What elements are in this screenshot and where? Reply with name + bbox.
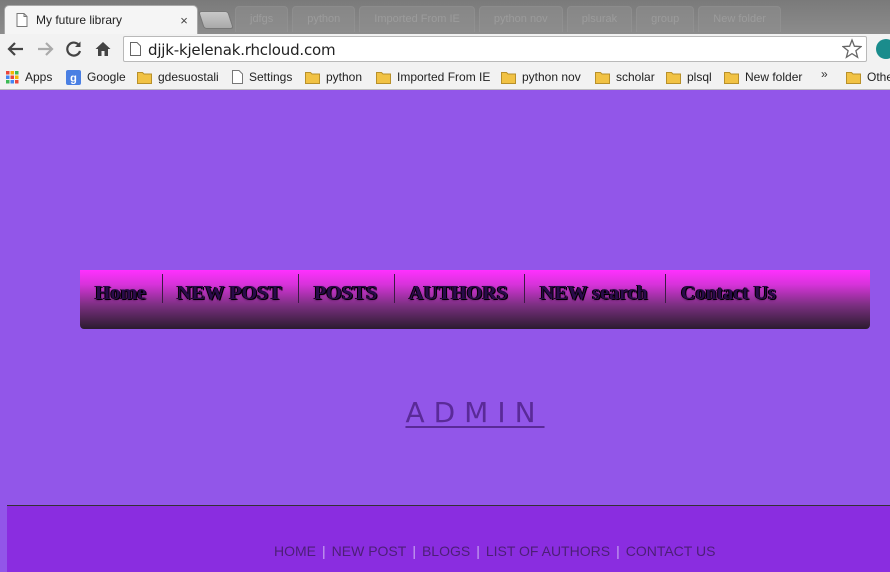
footer-separator: | (616, 543, 620, 559)
tab-strip: jdfgs python Imported From IE python nov pls… (0, 0, 890, 34)
bookmark-google[interactable]: g Google (66, 68, 126, 86)
folder-icon (376, 71, 397, 84)
bookmark-label: Google (87, 70, 126, 84)
site-navbar: Home NEW POST POSTS AUTHORS NEW search Contac… (80, 270, 870, 329)
bookmark-star-icon[interactable] (842, 38, 862, 60)
bookmark-label: Settings (249, 70, 293, 84)
bookmark-new-folder[interactable]: New folder (724, 68, 802, 86)
footer-separator: | (322, 543, 326, 559)
background-tab[interactable]: python (292, 6, 356, 32)
nav-item-posts[interactable]: POSTS (314, 277, 377, 310)
google-icon: g (66, 69, 87, 85)
nav-item-new-post[interactable]: NEW POST (177, 277, 282, 310)
bookmarks-bar: » Apps g Google gdesuostali Settings python Im… (0, 64, 890, 90)
folder-icon (305, 71, 326, 84)
page-icon (232, 70, 249, 84)
nav-item-new-search[interactable]: NEW search (540, 277, 648, 310)
home-icon[interactable] (92, 38, 114, 60)
address-url: djjk-kjelenak.rhcloud.com (148, 41, 336, 59)
extension-icon[interactable] (876, 39, 890, 59)
nav-separator (162, 274, 163, 303)
bookmark-label: gdesuostali (158, 70, 219, 84)
background-tab[interactable]: python nov (478, 6, 563, 32)
bookmark-python[interactable]: python (305, 68, 362, 86)
tab-my-future-library[interactable]: My future library × (4, 5, 198, 34)
nav-separator (394, 274, 395, 303)
bookmark-label: python nov (522, 70, 581, 84)
svg-text:g: g (70, 72, 77, 84)
browser-toolbar: djjk-kjelenak.rhcloud.com (0, 34, 890, 64)
folder-icon (666, 71, 687, 84)
bookmark-settings[interactable]: Settings (232, 68, 292, 86)
nav-separator (665, 274, 666, 303)
footer-link-list-of-authors[interactable]: LIST OF AUTHORS (486, 543, 610, 559)
background-tab[interactable]: New folder (698, 6, 781, 32)
back-arrow-icon[interactable] (5, 38, 27, 60)
nav-item-home[interactable]: Home (95, 277, 146, 310)
bookmark-label: python (326, 70, 363, 84)
apps-grid-icon (6, 70, 25, 84)
bookmark-gdesuostali[interactable]: gdesuostali (137, 68, 219, 86)
bookmark-plsql[interactable]: plsql (666, 68, 712, 86)
bookmark-python-nov[interactable]: python nov (501, 68, 581, 86)
address-bar[interactable]: djjk-kjelenak.rhcloud.com (123, 36, 867, 62)
footer-separator: | (476, 543, 480, 559)
background-tabs: jdfgs python Imported From IE python nov pls… (235, 6, 890, 32)
footer: HOME | NEW POST | BLOGS | LIST OF AUTHORS | CONT… (7, 506, 890, 572)
bookmark-label: plsql (687, 70, 712, 84)
footer-links: HOME | NEW POST | BLOGS | LIST OF AUTHORS | CONT… (274, 543, 715, 559)
bookmark-label: Othe (867, 70, 890, 84)
bookmark-othe[interactable]: Othe (846, 68, 890, 86)
admin-heading-link[interactable]: ADMIN (0, 396, 890, 429)
footer-link-blogs[interactable]: BLOGS (422, 543, 470, 559)
footer-link-home[interactable]: HOME (274, 543, 316, 559)
page-icon (130, 42, 141, 56)
bookmark-label: Imported From IE (397, 70, 491, 84)
nav-item-contact-us[interactable]: Contact Us (681, 277, 776, 310)
document-icon (16, 13, 28, 27)
folder-icon (595, 71, 616, 84)
reload-icon[interactable] (63, 38, 85, 60)
background-tab[interactable]: plsurak (566, 6, 633, 32)
footer-link-contact-us[interactable]: CONTACT US (626, 543, 716, 559)
folder-icon (724, 71, 745, 84)
nav-separator (524, 274, 525, 303)
bookmark-label: Apps (25, 70, 53, 84)
bookmark-apps[interactable]: Apps (6, 68, 52, 86)
bookmarks-overflow-chevron-icon[interactable]: » (821, 67, 828, 81)
folder-icon (137, 71, 158, 84)
folder-icon (846, 71, 867, 84)
bookmark-imported-from-ie[interactable]: Imported From IE (376, 68, 490, 86)
footer-link-new-post[interactable]: NEW POST (332, 543, 407, 559)
tab-close-icon[interactable]: × (175, 13, 193, 28)
footer-separator: | (412, 543, 416, 559)
background-tab[interactable]: Imported From IE (359, 6, 475, 32)
nav-separator (298, 274, 299, 303)
bookmark-label: New folder (745, 70, 803, 84)
background-tab[interactable]: group (636, 6, 695, 32)
forward-arrow-icon[interactable] (34, 38, 56, 60)
background-tab[interactable]: jdfgs (235, 6, 289, 32)
new-tab-button[interactable] (198, 11, 234, 29)
tab-title: My future library (36, 13, 123, 27)
bookmark-label: scholar (616, 70, 655, 84)
bookmark-scholar[interactable]: scholar (595, 68, 655, 86)
nav-item-authors[interactable]: AUTHORS (409, 277, 508, 310)
folder-icon (501, 71, 522, 84)
